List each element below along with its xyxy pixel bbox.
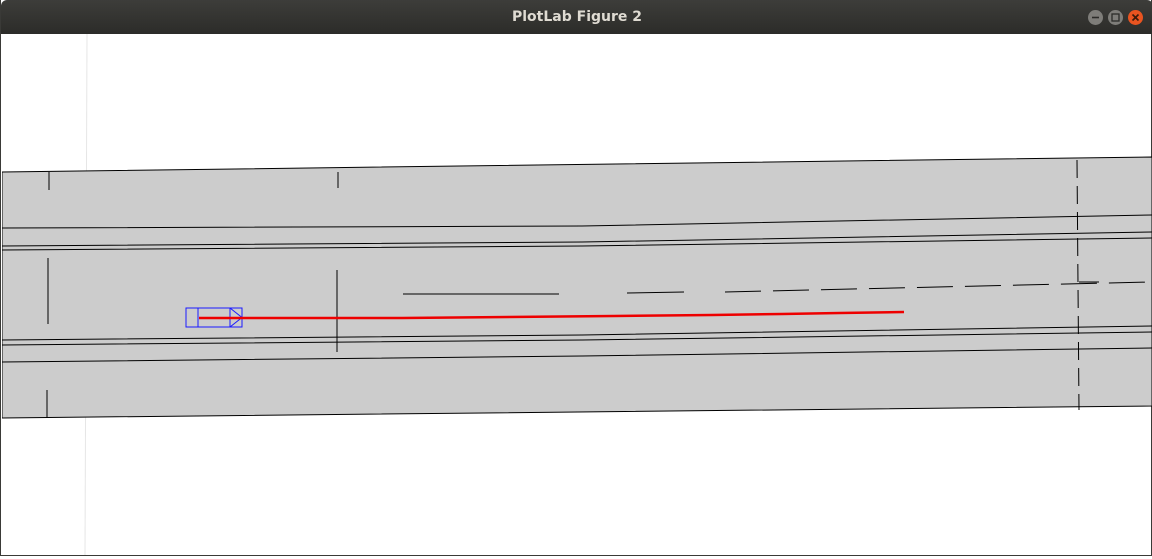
close-icon <box>1131 13 1140 22</box>
maximize-button[interactable] <box>1108 10 1123 25</box>
road-surface <box>1 156 1152 419</box>
road-plot <box>1 33 1152 556</box>
title-bar[interactable]: PlotLab Figure 2 <box>1 0 1152 34</box>
plot-canvas[interactable] <box>1 33 1152 556</box>
figure-window: PlotLab Figure 2 <box>0 0 1152 556</box>
window-title: PlotLab Figure 2 <box>512 9 642 25</box>
minimize-button[interactable] <box>1088 10 1103 25</box>
close-button[interactable] <box>1128 10 1143 25</box>
maximize-icon <box>1111 13 1120 22</box>
minimize-icon <box>1092 16 1099 19</box>
